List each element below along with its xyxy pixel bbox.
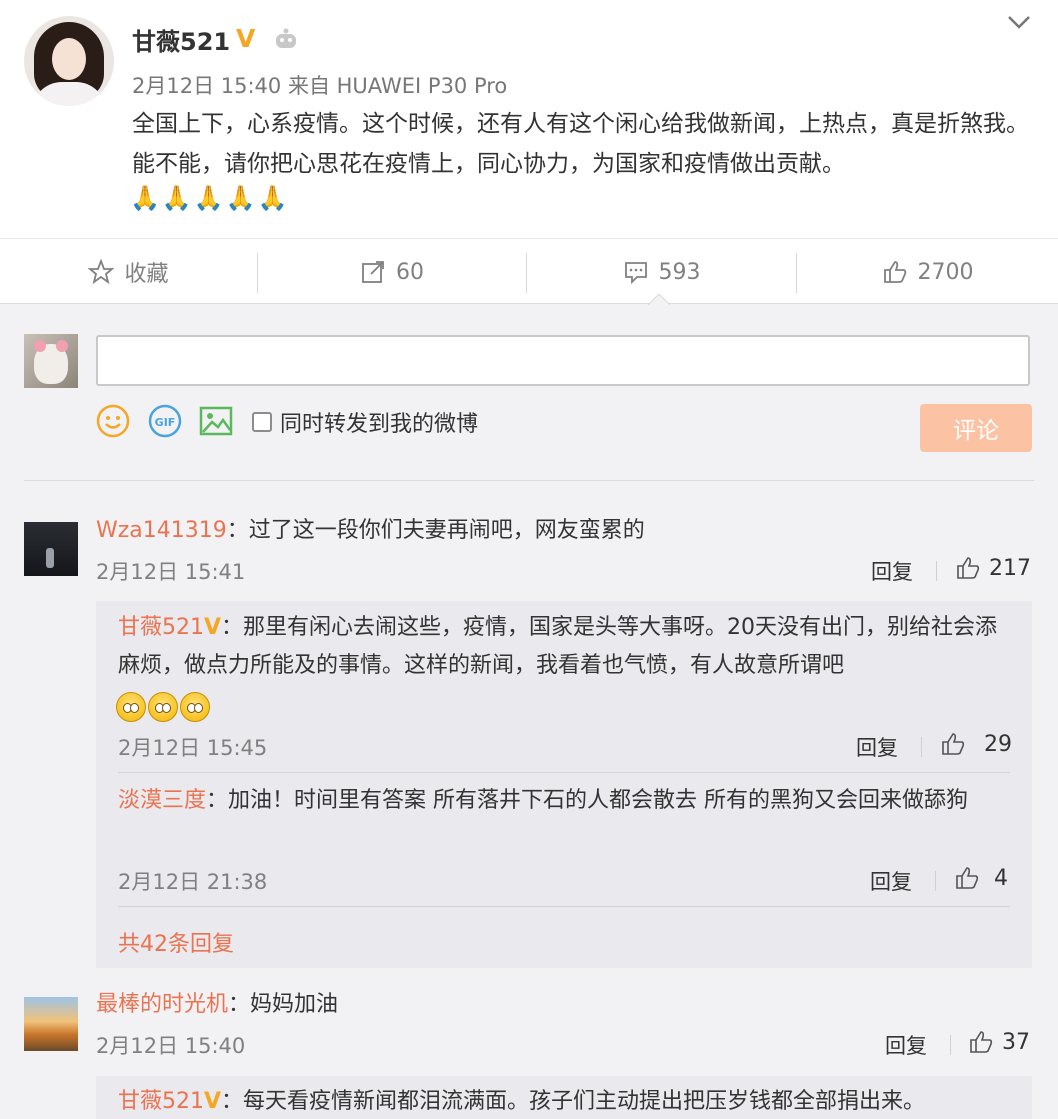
star-icon (88, 259, 115, 285)
commenter-name[interactable]: Wza141319 (96, 518, 227, 543)
reply-button[interactable]: 回复 (871, 556, 913, 586)
comment-text: Wza141319：过了这一段你们夫妻再闹吧，网友蛮累的 (96, 518, 645, 543)
comment-time: 2月12日 15:41 (96, 560, 246, 584)
image-icon[interactable] (199, 404, 233, 438)
comment-like-button[interactable]: 217 (955, 555, 1031, 581)
reply-button[interactable]: 回复 (870, 866, 912, 896)
reply-text: 淡漠三度：加油！时间里有答案 所有落井下石的人都会散去 所有的黑狗又会回来做舔狗 (118, 788, 969, 813)
reply-emoji (116, 692, 212, 722)
gif-icon[interactable]: GIF (148, 404, 182, 438)
thumbs-up-icon (942, 733, 965, 755)
chevron-down-icon[interactable] (1004, 10, 1034, 34)
post-meta: 2月12日 15:40 来自 HUAWEI P30 Pro (132, 74, 508, 98)
action-bar: 收藏 60 593 2700 (0, 238, 1058, 304)
comment-time: 2月12日 15:40 (96, 1034, 246, 1058)
thumbs-up-icon (883, 261, 906, 283)
post-content: 全国上下，心系疫情。这个时候，还有人有这个闲心给我做新闻，上热点，真是折煞我。能… (132, 111, 1029, 177)
post-emoji: 🙏🙏🙏🙏🙏 (130, 184, 290, 212)
share-icon (362, 261, 384, 283)
commenter-avatar[interactable] (24, 997, 78, 1051)
weibo-post: 甘薇521 V 2月12日 15:40 来自 HUAWEI P30 Pro 全国… (0, 0, 1058, 238)
current-user-avatar[interactable] (24, 334, 78, 388)
like-count: 2700 (917, 259, 974, 285)
comment-text: 最棒的时光机：妈妈加油 (96, 992, 339, 1017)
favorite-button[interactable]: 收藏 (0, 239, 257, 305)
emoji-icon[interactable] (96, 404, 130, 438)
commenter-avatar[interactable] (24, 522, 78, 576)
thumbs-up-icon (970, 1031, 993, 1053)
comment-input[interactable] (96, 335, 1030, 386)
more-replies-link[interactable]: 共42条回复 (118, 926, 234, 958)
reply-like-button[interactable]: 4 (954, 865, 1008, 891)
forward-checkbox[interactable] (252, 412, 272, 432)
comment-icon (624, 262, 647, 285)
thumbs-up-icon (957, 557, 980, 579)
svg-text:GIF: GIF (155, 416, 176, 429)
submit-comment-button[interactable]: 评论 (920, 404, 1032, 452)
reply-time: 2月12日 15:45 (118, 736, 268, 760)
active-tab-caret (648, 294, 670, 305)
reply-button[interactable]: 回复 (885, 1030, 927, 1060)
divider (24, 480, 1034, 481)
verified-badge-icon: V (236, 24, 256, 53)
reply-like-button[interactable]: 29 (940, 731, 1012, 757)
robot-icon (276, 28, 296, 48)
reply-author[interactable]: 甘薇521 (118, 1089, 204, 1114)
like-button[interactable]: 2700 (797, 239, 1058, 305)
author-avatar[interactable] (24, 16, 114, 106)
verified-badge-icon: V (204, 1089, 222, 1114)
author-name[interactable]: 甘薇521 (132, 22, 230, 57)
comment-like-button[interactable]: 37 (968, 1029, 1030, 1055)
reply-time: 2月12日 21:38 (118, 870, 268, 894)
reply-author[interactable]: 甘薇521 (118, 615, 204, 640)
reply-author[interactable]: 淡漠三度 (118, 788, 206, 813)
repost-count: 60 (396, 259, 424, 285)
reply-button[interactable]: 回复 (856, 732, 898, 762)
repost-button[interactable]: 60 (258, 239, 526, 305)
forward-label: 同时转发到我的微博 (280, 412, 479, 437)
comment-count: 593 (658, 259, 701, 285)
reply-text: 甘薇521V：那里有闲心去闹这些，疫情，国家是头等大事呀。20天没有出门，别给社… (118, 615, 998, 678)
thumbs-up-icon (956, 867, 979, 889)
verified-badge-icon: V (204, 615, 222, 640)
commenter-name[interactable]: 最棒的时光机 (96, 992, 228, 1017)
favorite-label: 收藏 (124, 262, 169, 287)
reply-text: 甘薇521V：每天看疫情新闻都泪流满面。孩子们主动提出把压岁钱都全部捐出来。 (118, 1089, 926, 1114)
